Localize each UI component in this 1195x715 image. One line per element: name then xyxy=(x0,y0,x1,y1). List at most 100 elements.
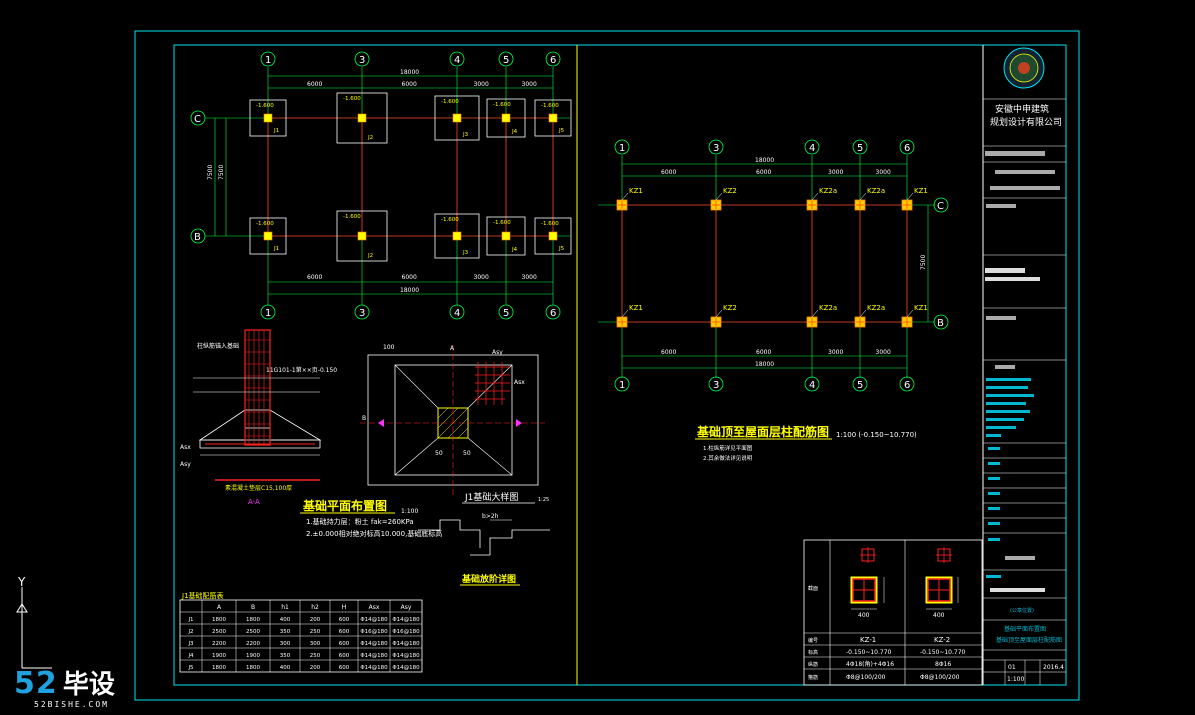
footing-label: J5 xyxy=(558,246,565,252)
table-cell: 350 xyxy=(280,653,291,659)
column-marker xyxy=(357,231,367,241)
footing-label: J5 xyxy=(558,128,565,134)
col1-name: KZ-1 xyxy=(860,636,876,644)
table-title: J1基础配筋表 xyxy=(181,591,224,600)
column-label: KZ1 xyxy=(629,187,643,195)
stair-title: 基础放阶详图 xyxy=(461,573,516,585)
col1-elev: -0.150~10.770 xyxy=(846,649,892,656)
dim-total-bottom: 18000 xyxy=(400,287,419,294)
table-cell: 1800 xyxy=(212,617,226,623)
svg-text:A-A: A-A xyxy=(248,498,260,506)
detail-title: J1基础大样图 xyxy=(464,491,518,503)
title-block: 安徽中申建筑 规划设计有限公司 (公章位置) 基础平面布置图 基础顶至屋面层柱配… xyxy=(983,47,1066,685)
plan1-scale: 1:100 xyxy=(401,508,418,515)
dim-span-bottom: 3000 xyxy=(828,349,843,356)
footing-label: J1 xyxy=(273,246,279,252)
dim-span-bottom: 3000 xyxy=(474,274,489,281)
table-cell: 250 xyxy=(310,629,321,635)
table-cell: Φ16@180 xyxy=(360,629,388,635)
dim-span-top: 3000 xyxy=(522,81,537,88)
table-cell: 2500 xyxy=(212,629,226,635)
axis-label-bottom: 4 xyxy=(809,380,815,391)
col1-bars: 4Φ18(角)+4Φ16 xyxy=(846,660,894,668)
footing-elev: -1.600 xyxy=(541,221,559,227)
table-cell: 200 xyxy=(310,617,321,623)
table-cell: 250 xyxy=(310,653,321,659)
dim-span-top: 3000 xyxy=(828,169,843,176)
drawing-name-2: 基础顶至屋面层柱配筋图 xyxy=(996,636,1062,644)
table-header: B xyxy=(251,604,255,611)
axis-label-top: 5 xyxy=(857,143,863,154)
axis-label-top: 1 xyxy=(619,143,625,154)
table-cell: 350 xyxy=(280,629,291,635)
table-header: Asy xyxy=(401,604,412,611)
watermark-text: 毕设 xyxy=(62,670,115,700)
col1-stirrups: Φ8@100/200 xyxy=(846,674,886,681)
dim-span-top: 3000 xyxy=(474,81,489,88)
leader-line xyxy=(621,192,629,201)
footing-elev: -1.600 xyxy=(441,217,459,223)
svg-text:纵筋: 纵筋 xyxy=(808,661,818,668)
plan2-title: 基础顶至屋面层柱配筋图 xyxy=(696,424,829,439)
col2-bars: 8Φ16 xyxy=(935,661,951,668)
table-cell: 300 xyxy=(280,641,291,647)
axis-label-top: 4 xyxy=(454,55,460,66)
table-cell: 300 xyxy=(310,641,321,647)
table-cell: Φ14@180 xyxy=(392,653,420,659)
leader-line xyxy=(621,309,629,318)
watermark-number: 52 xyxy=(14,666,58,701)
footing-label: J3 xyxy=(462,250,469,256)
table-cell: J1 xyxy=(187,617,193,623)
table-cell: J4 xyxy=(187,653,194,659)
svg-text:编号: 编号 xyxy=(808,637,818,644)
watermark-url: 52BISHE.COM xyxy=(34,700,109,709)
axis-label-bottom: 1 xyxy=(619,380,625,391)
year: 2016.4 xyxy=(1043,664,1064,671)
leader-line xyxy=(715,192,723,201)
axis-label-top: 3 xyxy=(359,55,365,66)
watermark: 52 毕设 52BISHE.COM xyxy=(14,664,115,709)
axis-label-row: B xyxy=(194,232,201,243)
table-cell: Φ14@180 xyxy=(360,665,388,671)
column-section-table: 400 400 KZ-1 KZ-2 -0.150~10.770 -0.150~1… xyxy=(803,539,983,686)
table-cell: 600 xyxy=(339,653,350,659)
svg-text:素混凝土垫层C15,100厚: 素混凝土垫层C15,100厚 xyxy=(225,484,292,492)
leader-line xyxy=(859,309,867,318)
column-label: KZ2 xyxy=(723,304,737,312)
footing-elev: -1.600 xyxy=(441,99,459,105)
svg-text:50: 50 xyxy=(463,450,471,457)
svg-text:柱纵筋锚入基础: 柱纵筋锚入基础 xyxy=(197,342,239,350)
plan1-note-1: 1.基础持力层：粉土 fak=260KPa xyxy=(306,517,414,526)
column-label: KZ1 xyxy=(629,304,643,312)
dim-span-bottom: 3000 xyxy=(876,349,891,356)
plan2-note-2: 2.其余做法详见说明 xyxy=(703,454,753,462)
table-cell: 600 xyxy=(339,641,350,647)
foundation-plan[interactable]: 1 1 3 3 4 4 5 5 6 6 C B 18000 6000 6000 6000 6000 3000 300… xyxy=(190,51,572,320)
dim-side: 7500 xyxy=(207,165,214,180)
table-cell: Φ14@180 xyxy=(392,641,420,647)
table-cell: 1900 xyxy=(246,653,260,659)
axis-label-bottom: 3 xyxy=(713,380,719,391)
column-marker xyxy=(263,113,273,123)
ucs-y-label: Y xyxy=(17,575,26,589)
svg-text:B: B xyxy=(362,415,366,422)
cad-drawing-canvas[interactable]: 1 1 3 3 4 4 5 5 6 6 C B 18000 6000 6000 6000 6000 3000 300… xyxy=(0,0,1195,715)
plan2-note-1: 1.柱纵筋详见平面图 xyxy=(703,444,753,452)
axis-label-bottom: 4 xyxy=(454,308,460,319)
table-cell: Φ14@180 xyxy=(360,641,388,647)
column-plan[interactable]: 1 1 3 3 4 4 5 5 6 6 C B 18000 18000 6000 6000 6000 6000 30… xyxy=(598,139,949,392)
column-marker xyxy=(548,231,558,241)
footing-elev: -1.600 xyxy=(541,103,559,109)
leader-line xyxy=(859,192,867,201)
svg-text:Asy: Asy xyxy=(180,461,191,468)
footing-label: J2 xyxy=(367,135,373,141)
axis-label-top: 6 xyxy=(904,143,910,154)
table-header: Asx xyxy=(369,604,380,611)
column-label: KZ1 xyxy=(914,187,928,195)
footing-label: J4 xyxy=(511,247,518,253)
col2-elev: -0.150~10.770 xyxy=(920,649,966,656)
dim-span-bottom: 6000 xyxy=(307,274,322,281)
table-cell: 400 xyxy=(280,665,291,671)
axis-label-top: 3 xyxy=(713,143,719,154)
table-cell: Φ14@180 xyxy=(392,665,420,671)
